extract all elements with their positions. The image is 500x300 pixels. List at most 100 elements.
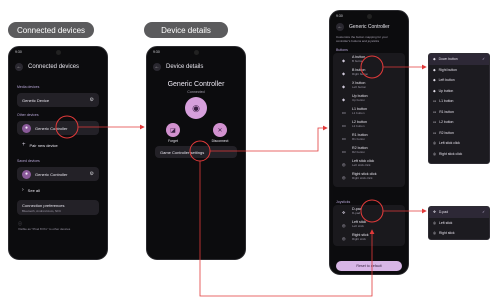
back-arrow-icon[interactable]: ←: [153, 63, 161, 71]
see-all-button[interactable]: › See all: [17, 184, 99, 196]
mapping-row-b[interactable]: ◆ B button Right button: [338, 67, 400, 79]
section-saved-devices: Saved devices: [17, 159, 40, 163]
stick-icon: ◎: [433, 220, 436, 225]
option-item[interactable]: ◆ Left button: [429, 75, 489, 86]
mapping-row-x[interactable]: ◆ X button Left button: [338, 80, 400, 92]
close-icon: ✕: [213, 123, 227, 137]
gamepad-icon: ●: [22, 123, 31, 133]
option-item[interactable]: ▭ R1 button: [429, 107, 489, 118]
mapping-row-r1[interactable]: ▭ R1 button R1 button: [338, 132, 400, 144]
chevron-right-icon: ›: [22, 187, 24, 193]
reset-to-default-button[interactable]: Reset to default: [336, 261, 402, 271]
gear-icon[interactable]: ⚙: [90, 171, 94, 177]
phone-controller-mapping: 9:30 ← Generic Controller Customize the …: [329, 10, 409, 275]
settings-link-label: Game Controller settings: [160, 149, 205, 155]
option-item[interactable]: ◆ Up button: [429, 86, 489, 97]
back-arrow-icon[interactable]: ←: [336, 23, 344, 31]
prefs-title: Connection preferences: [22, 202, 65, 208]
mapping-row-r2[interactable]: ▭ R2 button R2 button: [338, 145, 400, 157]
app-bar: ← Generic Controller: [336, 23, 402, 31]
check-icon: ✓: [482, 210, 485, 215]
trigger-icon: ▭: [342, 122, 346, 128]
option-item[interactable]: ▭ R2 button: [429, 128, 489, 139]
page-title: Connected devices: [28, 64, 80, 70]
bumper-icon: ▭: [433, 99, 437, 104]
trigger-icon: ▭: [342, 148, 346, 154]
joystick-options-dropdown: ✥ D-pad ✓ ◎ Left stick ◎ Right stick: [428, 206, 490, 240]
option-item[interactable]: ◎ Right stick click: [429, 149, 489, 160]
check-icon: ✓: [482, 57, 485, 62]
stick-icon: ◎: [342, 161, 346, 167]
page-title: Device details: [166, 64, 204, 70]
pair-new-device-button[interactable]: + Pair new device: [17, 139, 99, 151]
media-device-item[interactable]: Genetic Device ⚙: [17, 93, 99, 107]
forget-button[interactable]: ◪ Forget: [165, 123, 181, 143]
dpad-icon: ✥: [342, 209, 346, 215]
bumper-icon: ▭: [433, 109, 437, 114]
pair-label: Pair new device: [29, 142, 58, 148]
option-item[interactable]: ◎ Right stick: [429, 228, 489, 239]
mapping-row-a[interactable]: ◆ A button B button: [338, 54, 400, 66]
button-mapping-list: ◆ A button B button ◆ B button Right button …: [333, 53, 405, 187]
device-name: Generic Controller: [167, 81, 225, 88]
option-item[interactable]: ✥ D-pad ✓: [429, 207, 489, 218]
trigger-icon: ▭: [433, 130, 437, 135]
mapping-row-dpad[interactable]: ✥ D-pad D-pad: [338, 206, 400, 218]
option-item[interactable]: ▭ L2 button: [429, 117, 489, 128]
disconnect-button[interactable]: ✕ Disconnect: [209, 123, 231, 143]
button-icon: ◆: [433, 88, 436, 93]
mapping-row-left-stick[interactable]: ◎ Left stick Left stick: [338, 219, 400, 231]
button-icon: ◆: [433, 57, 436, 62]
other-device-item[interactable]: ● Generic Controller: [17, 121, 99, 135]
bumper-icon: ▭: [342, 109, 346, 115]
saved-device-item[interactable]: ● Generic Controller ⚙: [17, 167, 99, 181]
stick-icon: ◎: [433, 151, 436, 156]
mapping-row-right-stick[interactable]: ◎ Right stick Right stick: [338, 232, 400, 244]
device-status: Connected: [187, 90, 205, 94]
button-icon: ◆: [342, 83, 346, 89]
mapping-row-right-stick-click[interactable]: ◎ Right stick click Right stick click: [338, 171, 400, 183]
trigger-icon: ▭: [433, 120, 437, 125]
camera-cutout: [55, 50, 61, 55]
prefs-sub: Bluetooth, Android Auto, NFC: [22, 208, 62, 213]
phone-connected-devices: 9:30 ← Connected devices Media devices G…: [8, 46, 108, 260]
trash-icon: ◪: [166, 123, 180, 137]
gear-icon[interactable]: ⚙: [90, 97, 94, 103]
step-label-connected-devices: Connected devices: [8, 22, 94, 38]
app-bar: ← Device details: [153, 63, 239, 71]
mapping-row-l1[interactable]: ▭ L1 button L1 button: [338, 106, 400, 118]
camera-cutout: [366, 14, 372, 19]
back-arrow-icon[interactable]: ←: [15, 63, 23, 71]
button-icon: ◆: [433, 78, 436, 83]
mapping-row-l2[interactable]: ▭ L2 button L2 button: [338, 119, 400, 131]
camera-cutout: [193, 50, 199, 55]
dpad-icon: ✥: [433, 210, 436, 215]
mapping-row-left-stick-click[interactable]: ◎ Left stick click Left stick click: [338, 158, 400, 170]
plus-icon: +: [22, 142, 26, 148]
section-buttons: Buttons: [336, 48, 348, 52]
forget-label: Forget: [168, 139, 178, 143]
gamepad-icon: ◉: [185, 97, 207, 119]
page-title: Generic Controller: [349, 24, 390, 30]
button-icon: ◆: [433, 67, 436, 72]
app-bar: ← Connected devices: [15, 63, 101, 71]
bumper-icon: ▭: [342, 135, 346, 141]
option-item[interactable]: ◎ Left stick: [429, 218, 489, 229]
button-icon: ◆: [342, 96, 346, 102]
option-item[interactable]: ▭ L1 button: [429, 96, 489, 107]
option-item[interactable]: ◎ Left stick click: [429, 138, 489, 149]
joystick-mapping-list: ✥ D-pad D-pad ◎ Left stick Left stick ◎ Right…: [333, 205, 405, 246]
section-media-devices: Media devices: [17, 85, 40, 89]
option-item[interactable]: ◆ Down button ✓: [429, 54, 489, 65]
see-all-label: See all: [27, 187, 40, 193]
connection-preferences-item[interactable]: Connection preferences Bluetooth, Androi…: [17, 200, 99, 215]
mapping-row-up[interactable]: ◆ Up button Up button: [338, 93, 400, 105]
description: Customize the button mapping for your co…: [336, 35, 388, 43]
section-joysticks: Joysticks: [336, 200, 351, 204]
section-other-devices: Other devices: [17, 113, 39, 117]
stick-icon: ◎: [433, 231, 436, 236]
game-controller-settings-link[interactable]: Game Controller settings: [155, 146, 237, 158]
stick-icon: ◎: [342, 222, 346, 228]
option-item[interactable]: ◆ Right button: [429, 65, 489, 76]
stick-icon: ◎: [433, 141, 436, 146]
